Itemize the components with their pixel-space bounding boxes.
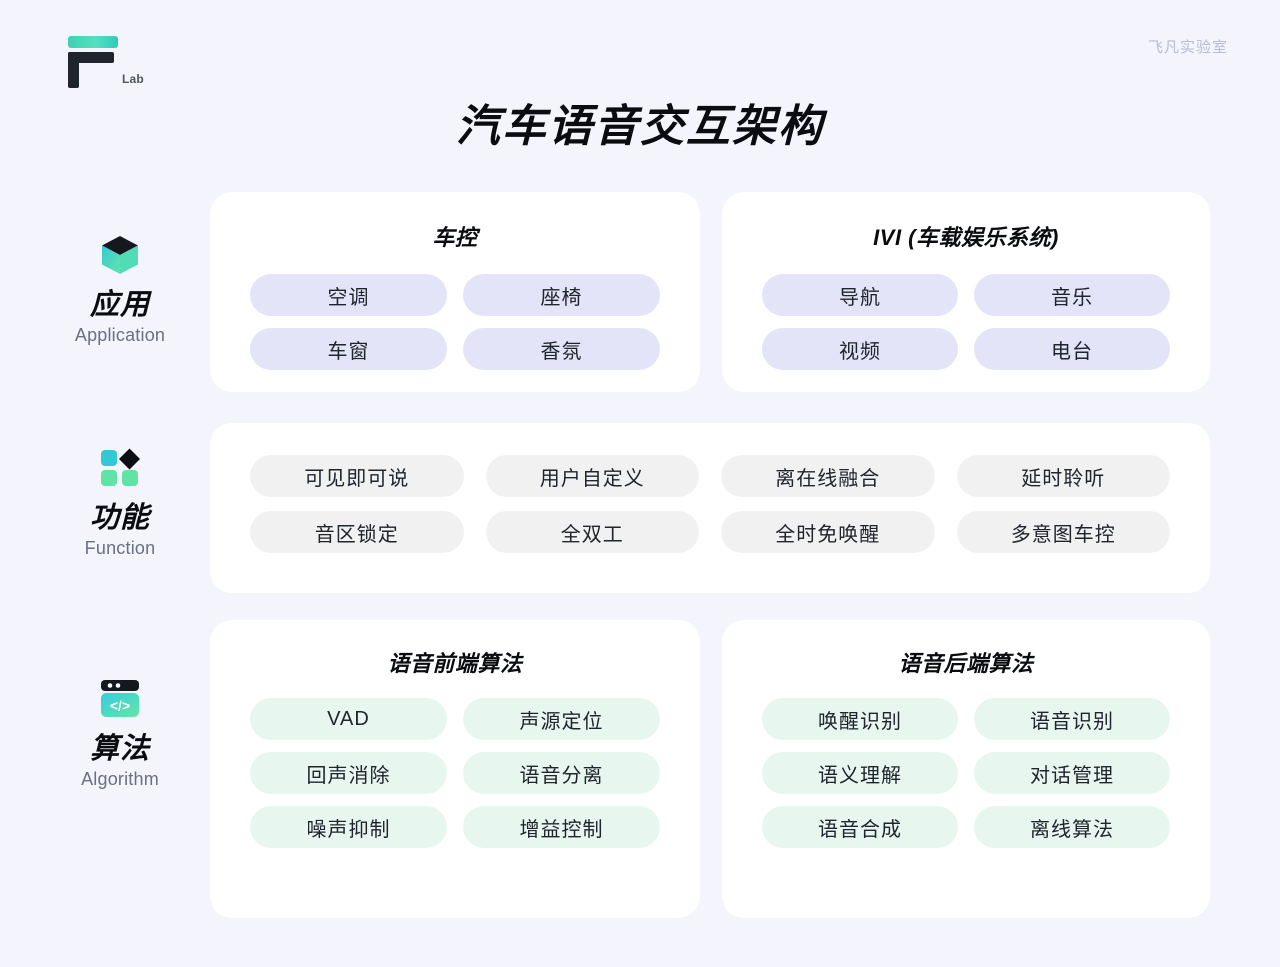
chip-item[interactable]: 导航 — [762, 274, 958, 316]
chip-group-car-control: 空调 座椅 车窗 香氛 — [250, 274, 660, 370]
chip-item[interactable]: 全双工 — [485, 511, 699, 553]
brand-logo[interactable]: Lab — [62, 22, 192, 88]
chip-item[interactable]: 语音分离 — [463, 752, 660, 794]
page-header: Lab 飞凡实验室 — [0, 0, 1280, 88]
layer-label-application: 应用 Application — [45, 232, 195, 346]
chip-item[interactable]: 延时聆听 — [956, 455, 1170, 497]
chip-item[interactable]: VAD — [250, 698, 447, 740]
chip-item[interactable]: 可见即可说 — [250, 455, 464, 497]
chip-item[interactable]: 多意图车控 — [956, 511, 1170, 553]
chip-group-front-end: VAD 声源定位 回声消除 语音分离 噪声抑制 增益控制 — [250, 698, 660, 848]
logo-f-mark-icon — [68, 52, 114, 88]
logo-lab-text: Lab — [122, 72, 144, 86]
grid-diamond-icon — [97, 445, 143, 491]
chip-item[interactable]: 语义理解 — [762, 752, 958, 794]
chip-item[interactable]: 车窗 — [250, 328, 447, 370]
chip-item[interactable]: 离在线融合 — [721, 455, 935, 497]
card-car-control: 车控空调 座椅 车窗 香氛 — [210, 192, 700, 392]
page-title: 汽车语音交互架构 — [456, 102, 824, 151]
chip-item[interactable]: 全时免唤醒 — [721, 511, 935, 553]
chip-item[interactable]: 空调 — [250, 274, 447, 316]
layer-label-function: 功能 Function — [45, 445, 195, 559]
chip-item[interactable]: 语音识别 — [974, 698, 1170, 740]
chip-item[interactable]: 视频 — [762, 328, 958, 370]
layer-label-cn: 功能 — [89, 502, 150, 534]
chip-item[interactable]: 香氛 — [463, 328, 660, 370]
chip-item[interactable]: 唤醒识别 — [762, 698, 958, 740]
chip-item[interactable]: 声源定位 — [463, 698, 660, 740]
layer-label-en: Function — [84, 537, 156, 558]
chip-item[interactable]: 回声消除 — [250, 752, 447, 794]
layer-label-cn: 应用 — [89, 289, 150, 321]
chip-group-back-end: 唤醒识别 语音识别 语义理解 对话管理 语音合成 离线算法 — [762, 698, 1170, 848]
chip-item[interactable]: 用户自定义 — [485, 455, 699, 497]
layer-label-en: Algorithm — [81, 768, 159, 789]
card-title-ivi: IVI (车载娱乐系统) — [873, 225, 1059, 250]
layer-label-algorithm: </> 算法 Algorithm — [45, 676, 195, 790]
chip-item[interactable]: 座椅 — [463, 274, 660, 316]
card-title-back-end: 语音后端算法 — [898, 651, 1034, 676]
card-function-list: 可见即可说 用户自定义 离在线融合 延时聆听音区锁定 全双工 全时免唤醒 多意图车控 — [210, 423, 1210, 593]
brand-name-text: 飞凡实验室 — [1147, 39, 1228, 56]
row-algorithm: </> 算法 Algorithm 语音前端算法 VAD 声源定位 回声消除 语音分离 噪声抑制增… — [0, 620, 1280, 918]
card-back-end: 语音后端算法唤醒识别 语音识别 语义理解 对话管理 语音合成 离线算法 — [722, 620, 1210, 918]
svg-text:</>: </> — [110, 698, 130, 714]
chip-item[interactable]: 音区锁定 — [250, 511, 464, 553]
chip-item[interactable]: 语音合成 — [762, 806, 958, 848]
row-application: 应用 Application 车控空调 座椅 车窗 香氛 IVI (车载娱乐系统) 导航 音乐视… — [0, 192, 1280, 392]
chip-group-ivi: 导航 音乐 视频 电台 — [762, 274, 1170, 370]
chip-item[interactable]: 离线算法 — [974, 806, 1170, 848]
layer-label-cn: 算法 — [89, 733, 150, 765]
card-front-end: 语音前端算法 VAD 声源定位 回声消除 语音分离 噪声抑制 增益控制 — [210, 620, 700, 918]
chip-item[interactable]: 噪声抑制 — [250, 806, 447, 848]
card-ivi: IVI (车载娱乐系统) 导航 音乐 视频 电台 — [722, 192, 1210, 392]
card-title-front-end: 语音前端算法 — [387, 651, 523, 676]
row-function: 功能 Function 可见即可说 用户自定义 离在线融合 延时聆听音区锁定 全双工 全时免唤… — [0, 423, 1280, 593]
code-window-icon: </> — [97, 676, 143, 722]
chip-item[interactable]: 电台 — [974, 328, 1170, 370]
chip-item[interactable]: 音乐 — [974, 274, 1170, 316]
chip-group-function-list: 可见即可说 用户自定义 离在线融合 延时聆听音区锁定 全双工 全时免唤醒 多意图车控 — [250, 455, 1170, 553]
card-title-car-control: 车控 — [432, 225, 478, 250]
chip-item[interactable]: 对话管理 — [974, 752, 1170, 794]
cube-icon — [97, 232, 143, 278]
layer-label-en: Application — [74, 324, 166, 345]
chip-item[interactable]: 增益控制 — [463, 806, 660, 848]
logo-gradient-bar-icon — [68, 36, 118, 48]
